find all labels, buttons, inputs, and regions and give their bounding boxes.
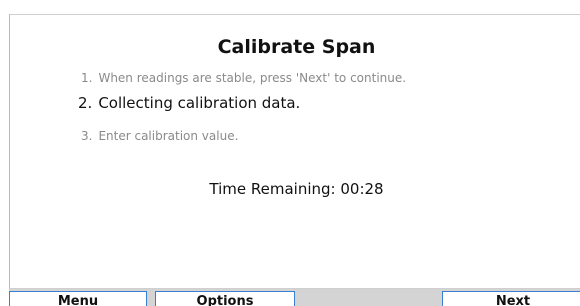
step-3-number: 3. [81, 129, 93, 143]
step-3-text: Enter calibration value. [98, 129, 239, 143]
menu-button[interactable]: Menu [9, 291, 147, 306]
page-title: Calibrate Span [217, 36, 376, 58]
next-button[interactable]: Next [442, 291, 580, 306]
step-1-number: 1. [81, 71, 93, 85]
step-2: 2. Collecting calibration data. [78, 94, 300, 112]
step-1-text: When readings are stable, press 'Next' t… [98, 71, 407, 85]
step-3: 3. Enter calibration value. [81, 129, 238, 143]
softkey-bar: Menu Options Next [9, 288, 580, 306]
step-2-number: 2. [78, 94, 93, 112]
step-1: 1. When readings are stable, press 'Next'… [81, 71, 406, 85]
calibration-panel: Calibrate Span 1. When readings are stabl… [9, 14, 580, 306]
time-remaining: Time Remaining: 00:28 [209, 180, 384, 198]
step-2-text: Collecting calibration data. [98, 94, 301, 112]
options-button[interactable]: Options [155, 291, 295, 306]
